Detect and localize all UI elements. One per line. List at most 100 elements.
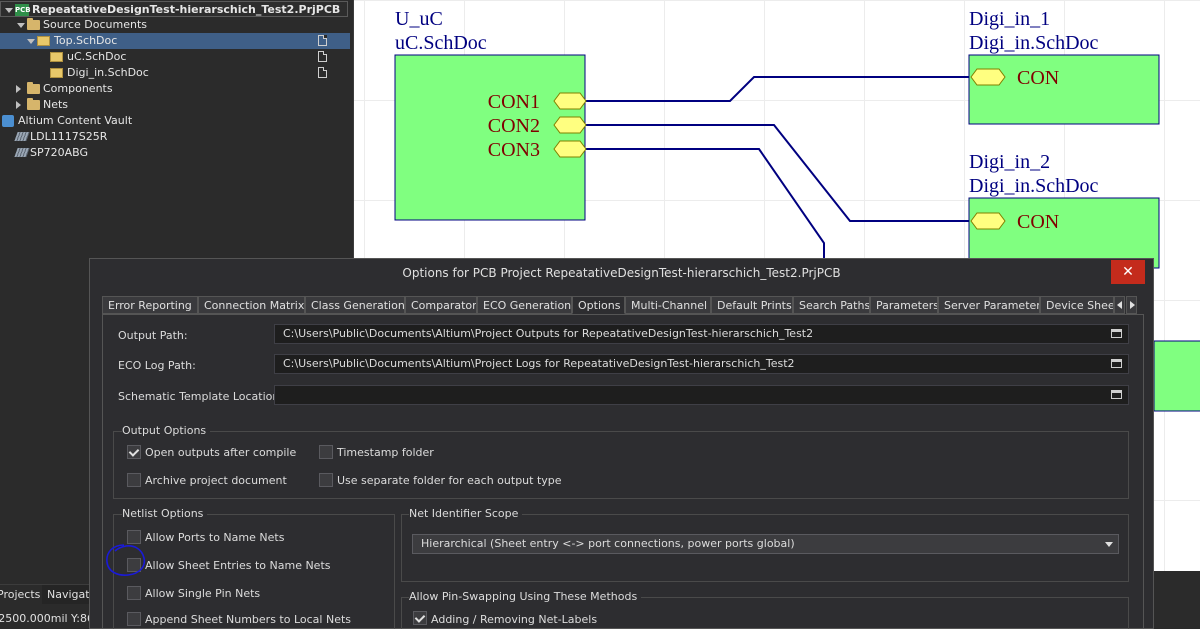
tab-search-paths[interactable]: Search Paths [793, 296, 870, 314]
folder-browse-icon[interactable] [1111, 359, 1122, 368]
tree-item-top-schdoc[interactable]: Top.SchDoc [0, 33, 350, 49]
entry-label-con3: CON3 [488, 139, 540, 161]
open-outputs-checkbox[interactable] [127, 445, 141, 459]
tree-label: Nets [43, 98, 69, 111]
entry-label-con1: CON1 [488, 91, 540, 113]
entry-label-digi1-con: CON [1017, 67, 1059, 89]
ports-to-nets-checkbox[interactable] [127, 530, 141, 544]
chevron-right-icon[interactable] [16, 85, 21, 93]
sheet-digi1-filename: Digi_in.SchDoc [969, 32, 1099, 54]
chevron-right-icon[interactable] [16, 101, 21, 109]
close-icon: ✕ [1122, 264, 1134, 280]
sheet-digi2-filename: Digi_in.SchDoc [969, 175, 1099, 197]
tree-label: Components [43, 82, 113, 95]
dialog-title: Options for PCB Project RepeatativeDesig… [402, 266, 841, 280]
folder-icon [27, 18, 40, 30]
chevron-down-icon[interactable] [5, 8, 13, 13]
sheet-entry-con3 [553, 140, 587, 158]
tab-projects[interactable]: Projects [0, 585, 42, 605]
sheet-digi2-designator: Digi_in_2 [969, 151, 1050, 173]
tab-comparator[interactable]: Comparator [405, 296, 477, 314]
annotation-circle [106, 544, 146, 576]
options-tab-page: Output Path: C:\Users\Public\Documents\A… [102, 314, 1144, 629]
timestamp-folder-checkbox[interactable] [319, 445, 333, 459]
tree-item-source-documents[interactable]: Source Documents [0, 17, 350, 33]
folder-browse-icon[interactable] [1111, 329, 1122, 338]
append-sheet-numbers-label: Append Sheet Numbers to Local Nets [145, 613, 352, 626]
tab-navigator[interactable]: Navigator [43, 585, 91, 605]
chevron-down-icon[interactable] [17, 23, 25, 28]
tree-label: Source Documents [43, 18, 147, 31]
output-path-field[interactable]: C:\Users\Public\Documents\Altium\Project… [274, 324, 1129, 344]
tab-multi-channel[interactable]: Multi-Channel [625, 296, 711, 314]
net-identifier-scope-title: Net Identifier Scope [409, 507, 523, 520]
tree-item-components[interactable]: Components [0, 81, 350, 97]
tree-item-content-vault[interactable]: Altium Content Vault [0, 113, 350, 129]
tree-label: uC.SchDoc [67, 50, 127, 63]
tree-label: LDL1117S25R [30, 130, 108, 143]
sheet-digi1-designator: Digi_in_1 [969, 8, 1050, 30]
tree-item-uc-schdoc[interactable]: uC.SchDoc [0, 49, 350, 65]
tab-server-parameters[interactable]: Server Parameters [938, 296, 1040, 314]
dialog-title-bar[interactable]: Options for PCB Project RepeatativeDesig… [90, 259, 1153, 287]
tree-item-project[interactable]: PCB RepeatativeDesignTest-hierarschich_T… [0, 1, 348, 17]
separate-folder-checkbox[interactable] [319, 473, 333, 487]
tab-class-generation[interactable]: Class Generation [305, 296, 405, 314]
archive-project-label: Archive project document [145, 474, 287, 487]
single-pin-nets-checkbox[interactable] [127, 586, 141, 600]
net-identifier-scope-select[interactable]: Hierarchical (Sheet entry <-> port conne… [412, 534, 1119, 554]
sheet-uc-designator: U_uC [395, 8, 443, 30]
chevron-down-icon[interactable] [27, 39, 35, 44]
tab-default-prints[interactable]: Default Prints [711, 296, 793, 314]
component-icon [14, 132, 30, 141]
tab-error-reporting[interactable]: Error Reporting [102, 296, 198, 314]
adding-removing-labels-label: Adding / Removing Net-Labels [431, 613, 598, 626]
tree-label: SP720ABG [30, 146, 89, 159]
tree-item-part-sp720[interactable]: SP720ABG [0, 145, 350, 161]
canvas-dark-strip [1154, 571, 1200, 629]
document-icon [318, 51, 327, 62]
eco-log-path-field[interactable]: C:\Users\Public\Documents\Altium\Project… [274, 354, 1129, 374]
tab-scroll-left-button[interactable] [1114, 296, 1125, 314]
sheet-symbol-partial [1153, 340, 1200, 412]
close-button[interactable]: ✕ [1111, 260, 1145, 284]
output-options-group [113, 431, 1129, 499]
archive-project-checkbox[interactable] [127, 473, 141, 487]
tab-scroll-right-button[interactable] [1126, 296, 1137, 314]
schematic-doc-icon [50, 68, 63, 78]
adding-removing-labels-checkbox[interactable] [413, 611, 427, 625]
append-sheet-numbers-checkbox[interactable] [127, 612, 141, 626]
tab-connection-matrix[interactable]: Connection Matrix [198, 296, 305, 314]
pin-swapping-title: Allow Pin-Swapping Using These Methods [409, 590, 642, 603]
entry-label-digi2-con: CON [1017, 211, 1059, 233]
chevron-down-icon [1105, 542, 1113, 547]
schematic-doc-icon [37, 36, 50, 46]
tab-eco-generation[interactable]: ECO Generation [477, 296, 572, 314]
entry-label-con2: CON2 [488, 115, 540, 137]
ports-to-nets-label: Allow Ports to Name Nets [145, 531, 285, 544]
status-coordinates: X:2500.000mil Y:8600 [0, 612, 90, 625]
pcb-project-icon: PCB [15, 4, 31, 16]
tab-device-sheets[interactable]: Device Sheets [1040, 296, 1114, 314]
timestamp-folder-label: Timestamp folder [337, 446, 434, 459]
tab-parameters[interactable]: Parameters [870, 296, 938, 314]
tree-item-digi-in-schdoc[interactable]: Digi_in.SchDoc [0, 65, 350, 81]
document-icon [318, 35, 327, 46]
template-location-field[interactable] [274, 385, 1129, 405]
tree-item-nets[interactable]: Nets [0, 97, 350, 113]
sheet-entries-to-nets-label: Allow Sheet Entries to Name Nets [145, 559, 331, 572]
tab-options[interactable]: Options [572, 296, 625, 314]
single-pin-nets-label: Allow Single Pin Nets [145, 587, 261, 600]
arrow-left-icon [1117, 301, 1122, 309]
output-path-label: Output Path: [118, 329, 188, 342]
tree-item-part-ldl1117[interactable]: LDL1117S25R [0, 129, 350, 145]
tree-label: Top.SchDoc [54, 34, 118, 47]
arrow-right-icon [1130, 301, 1135, 309]
wire-con3 [586, 148, 825, 260]
folder-browse-icon[interactable] [1111, 390, 1122, 399]
vault-icon [2, 115, 14, 127]
tree-label: Altium Content Vault [18, 114, 133, 127]
sheet-symbol-digi1 [968, 54, 1160, 125]
output-path-value: C:\Users\Public\Documents\Altium\Project… [283, 327, 814, 340]
project-options-dialog: Options for PCB Project RepeatativeDesig… [89, 258, 1154, 629]
